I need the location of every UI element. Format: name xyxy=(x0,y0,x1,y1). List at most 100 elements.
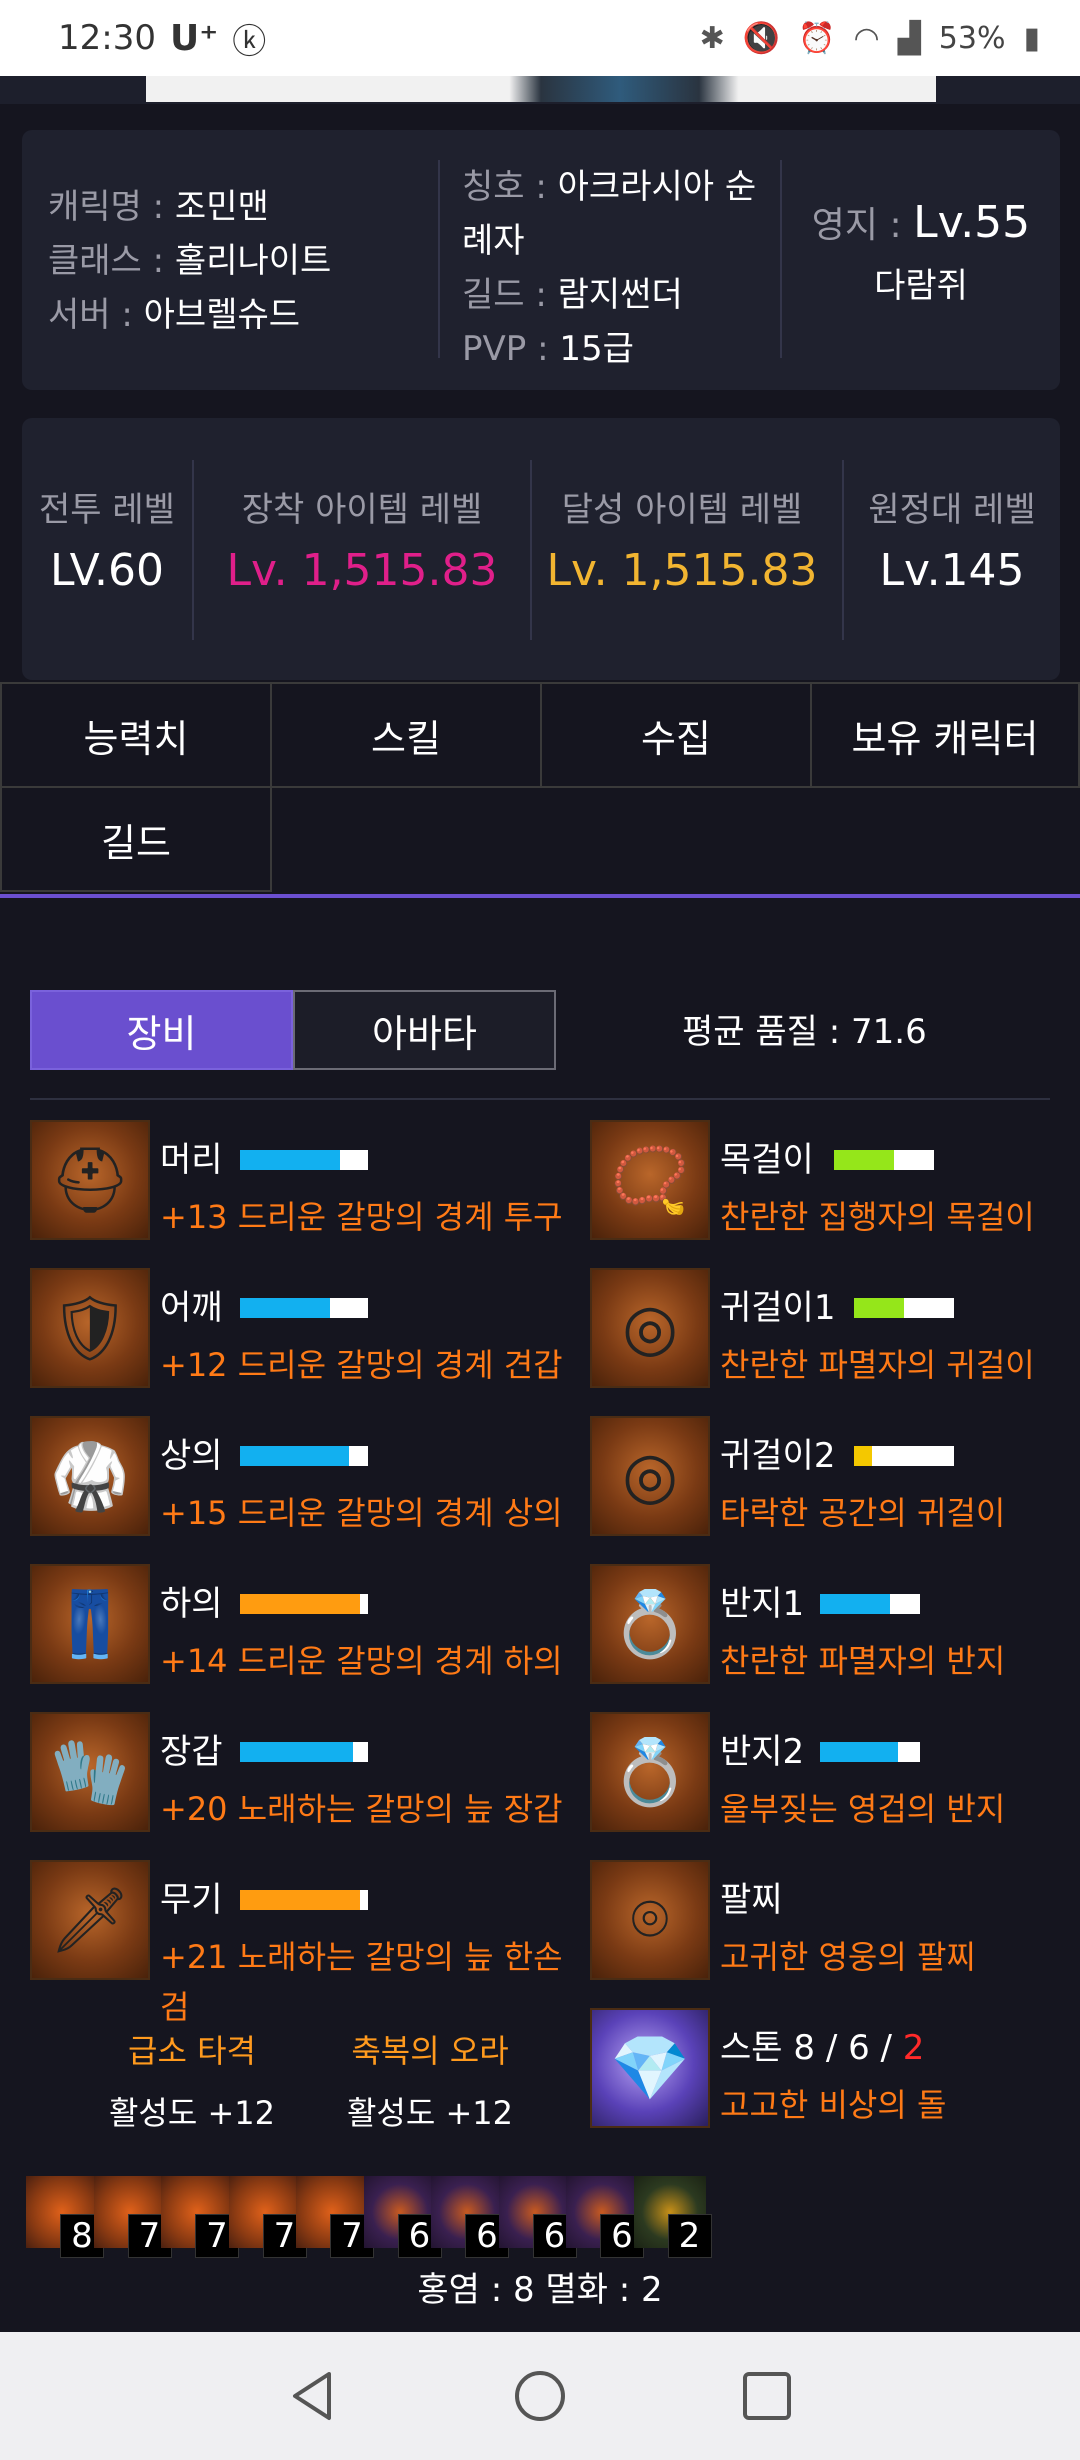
server-name: 아브렐슈드 xyxy=(143,295,301,335)
gear-slot-weapon[interactable]: 🗡 무기 +21 노래하는 갈망의 늪 한손 검 xyxy=(30,1860,563,2030)
accessory-slot-necklace[interactable]: 📿 목걸이 찬란한 집행자의 목걸이 xyxy=(590,1120,1080,1250)
quality-bar-fill xyxy=(240,1298,330,1318)
accessory-slot-ring2[interactable]: 💍 반지2 울부짖는 영겁의 반지 xyxy=(590,1712,1080,1842)
item-name: +14 드리운 갈망의 경계 하의 xyxy=(160,1642,563,1680)
engraving-activity: 활성도 +12 xyxy=(346,2094,514,2132)
quality-bar-fill xyxy=(820,1594,890,1614)
gem-slot[interactable]: 6 xyxy=(566,2176,644,2258)
tab-skills[interactable]: 스킬 xyxy=(270,682,542,788)
slot-name: 반지1 xyxy=(720,1584,805,1624)
tab-equipment[interactable]: 장비 xyxy=(30,990,293,1070)
character-banner-image xyxy=(146,76,936,102)
ring-icon: 💍 xyxy=(590,1564,710,1684)
quality-bar xyxy=(240,1890,368,1910)
gem-slot[interactable]: 7 xyxy=(93,2176,172,2258)
gem-slot[interactable]: 2 xyxy=(633,2176,712,2258)
chest-icon: 🥋 xyxy=(30,1416,150,1536)
necklace-icon: 📿 xyxy=(590,1120,710,1240)
bracelet-icon: ⌾ xyxy=(590,1860,710,1980)
accessory-slot-stone[interactable]: 💎 스톤 8 / 6 / 2 고고한 비상의 돌 xyxy=(590,2008,1080,2138)
home-icon[interactable] xyxy=(510,2366,570,2426)
char-name-label: 캐릭명 : xyxy=(48,187,165,227)
quality-bar xyxy=(820,1742,920,1762)
ring-icon: 💍 xyxy=(590,1712,710,1832)
quality-bar xyxy=(854,1446,954,1466)
pvp-grade: 15급 xyxy=(559,329,634,369)
item-name-cont: 검 xyxy=(160,1988,190,2026)
roster-level-value: Lv.145 xyxy=(879,545,1025,596)
achieved-item-level-value: Lv. 1,515.83 xyxy=(546,545,818,596)
slot-name: 머리 xyxy=(160,1140,223,1180)
gem-slot[interactable]: 6 xyxy=(431,2176,509,2258)
bluetooth-icon: ✱ xyxy=(699,20,725,56)
server-label: 서버 : xyxy=(48,295,133,335)
gear-slot-shoulder[interactable]: 🛡 어깨 +12 드리운 갈망의 경계 견갑 xyxy=(30,1268,563,1398)
quality-bar-fill xyxy=(854,1298,904,1318)
profile-card: 캐릭명 : 조민맨 클래스 : 홀리나이트 서버 : 아브렐슈드 칭호 : 아크… xyxy=(22,130,1060,390)
sword-icon: 🗡 xyxy=(30,1860,150,1980)
gem-slot[interactable]: 6 xyxy=(363,2176,442,2258)
quality-bar-fill xyxy=(240,1446,349,1466)
tab-avatar[interactable]: 아바타 xyxy=(293,990,556,1070)
recents-icon[interactable] xyxy=(737,2366,797,2426)
hood-icon: ⛑ xyxy=(30,1120,150,1240)
quality-bar-fill xyxy=(820,1742,898,1762)
wifi-icon: ◠ xyxy=(853,20,880,56)
stone-values: 8 / 6 / xyxy=(793,2028,903,2068)
territory-label: 영지 : xyxy=(811,205,902,246)
roster-level-label: 원정대 레벨 xyxy=(868,490,1036,530)
tab-guild[interactable]: 길드 xyxy=(0,786,272,892)
accessory-slot-ring1[interactable]: 💍 반지1 찬란한 파멸자의 반지 xyxy=(590,1564,1080,1694)
equipped-item-level: 장착 아이템 레벨 Lv. 1,515.83 xyxy=(194,458,530,640)
char-name: 조민맨 xyxy=(174,187,269,227)
combat-level-label: 전투 레벨 xyxy=(39,490,175,530)
roster-level: 원정대 레벨 Lv.145 xyxy=(844,458,1060,640)
gem-slot[interactable]: 7 xyxy=(296,2176,374,2258)
slot-name: 장갑 xyxy=(160,1732,223,1772)
accessory-slot-bracelet[interactable]: ⌾ 팔찌 고귀한 영웅의 팔찌 xyxy=(590,1860,1080,1990)
gem-slot[interactable]: 8 xyxy=(26,2176,104,2258)
accessory-slot-earring2[interactable]: ◎ 귀걸이2 타락한 공간의 귀걸이 xyxy=(590,1416,1080,1546)
title-label: 칭호 : xyxy=(462,167,547,207)
profile-extra-info: 칭호 : 아크라시아 순 례자 길드 : 람지썬더 PVP : 15급 xyxy=(438,160,778,369)
battery-icon: ▮ xyxy=(1023,20,1040,56)
gear-slot-chest[interactable]: 🥋 상의 +15 드리운 갈망의 경계 상의 xyxy=(30,1416,563,1546)
stone-negative-value: 2 xyxy=(902,2028,925,2068)
item-name: 찬란한 파멸자의 반지 xyxy=(720,1642,1006,1680)
item-name: 찬란한 파멸자의 귀걸이 xyxy=(720,1346,1035,1384)
pants-icon: 👖 xyxy=(30,1564,150,1684)
item-name: +20 노래하는 갈망의 늪 장갑 xyxy=(160,1790,563,1828)
slot-name: 무기 xyxy=(160,1880,223,1920)
battery-percent: 53% xyxy=(938,20,1006,56)
tab-characters[interactable]: 보유 캐릭터 xyxy=(810,682,1080,788)
accessory-slot-earring1[interactable]: ◎ 귀걸이1 찬란한 파멸자의 귀걸이 xyxy=(590,1268,1080,1398)
title-value: 아크라시아 순 xyxy=(557,167,757,207)
tab-collection[interactable]: 수집 xyxy=(540,682,812,788)
item-name: +15 드리운 갈망의 경계 상의 xyxy=(160,1494,563,1532)
item-name: 고고한 비상의 돌 xyxy=(720,2086,947,2124)
item-name: +21 노래하는 갈망의 늪 한손 xyxy=(160,1938,563,1976)
quality-bar-fill xyxy=(240,1742,353,1762)
gem-slot[interactable]: 7 xyxy=(228,2176,307,2258)
equipped-item-level-value: Lv. 1,515.83 xyxy=(226,545,498,596)
item-name: +12 드리운 갈망의 경계 견갑 xyxy=(160,1346,563,1384)
gem-slot[interactable]: 6 xyxy=(498,2176,577,2258)
combat-level-value: LV.60 xyxy=(49,545,165,596)
gear-slot-head[interactable]: ⛑ 머리 +13 드리운 갈망의 경계 투구 xyxy=(30,1120,563,1250)
tab-stats[interactable]: 능력치 xyxy=(0,682,272,788)
slot-name: 귀걸이1 xyxy=(720,1288,836,1328)
class-label: 클래스 : xyxy=(48,241,165,281)
gem-slot[interactable]: 7 xyxy=(161,2176,239,2258)
achieved-item-level-label: 달성 아이템 레벨 xyxy=(561,490,803,530)
slot-name: 귀걸이2 xyxy=(720,1436,836,1476)
engraving-2: 축복의 오라 활성도 +12 xyxy=(340,2026,520,2134)
back-icon[interactable] xyxy=(283,2366,343,2426)
gear-slot-gloves[interactable]: 🧤 장갑 +20 노래하는 갈망의 늪 장갑 xyxy=(30,1712,563,1842)
engraving-1: 급소 타격 활성도 +12 xyxy=(102,2026,282,2134)
engraving-name: 급소 타격 xyxy=(128,2032,256,2070)
alarm-icon: ⏰ xyxy=(798,20,836,56)
gear-slot-pants[interactable]: 👖 하의 +14 드리운 갈망의 경계 하의 xyxy=(30,1564,563,1694)
slot-name: 반지2 xyxy=(720,1732,805,1772)
average-quality: 평균 품질 : 71.6 xyxy=(682,1012,927,1052)
earring-icon: ◎ xyxy=(590,1416,710,1536)
